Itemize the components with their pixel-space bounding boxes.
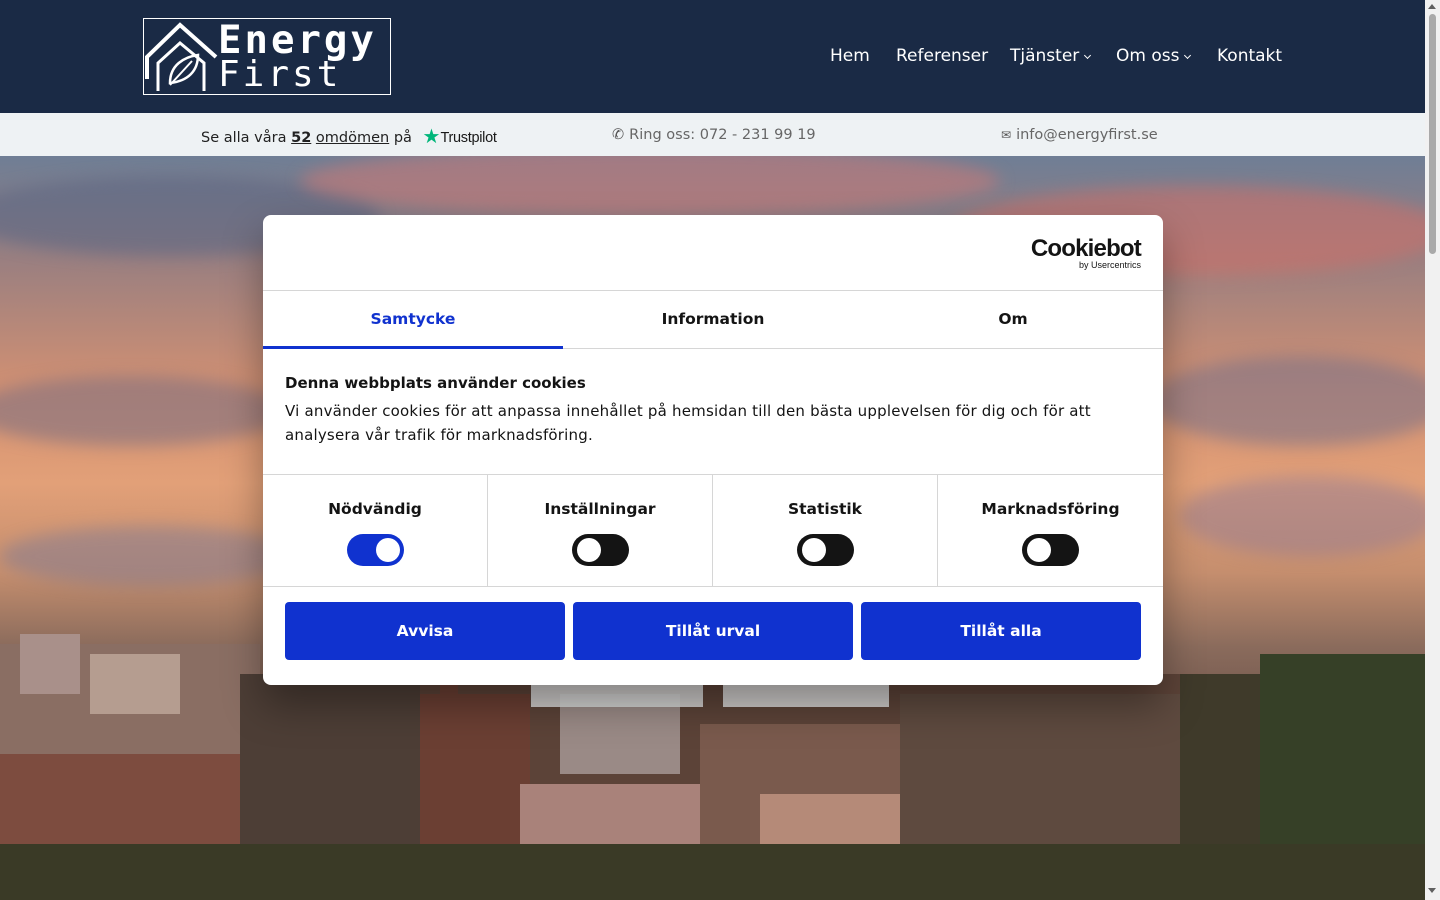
trustpilot-star-icon: ★ (422, 124, 441, 148)
cloud-shape (0, 526, 300, 586)
cloud-shape (0, 376, 290, 446)
hero-button-left[interactable] (531, 684, 703, 707)
toggle-knob (1027, 538, 1051, 562)
cloud-shape (300, 156, 1000, 216)
toggle-nodvandig[interactable] (346, 534, 404, 566)
toggle-installningar[interactable] (571, 534, 629, 566)
toggle-statistik[interactable] (796, 534, 854, 566)
allow-all-button[interactable]: Tillåt alla (861, 602, 1141, 660)
site-header: Energy First Hem Referenser Tjänster Om … (0, 0, 1425, 113)
scroll-up-arrow-icon[interactable] (1428, 4, 1436, 9)
main-nav: Hem Referenser Tjänster Om oss Kontakt (0, 44, 1425, 68)
tab-samtycke[interactable]: Samtycke (263, 291, 563, 349)
toggle-label-marknadsforing: Marknadsföring (981, 500, 1120, 518)
tab-information[interactable]: Information (563, 291, 863, 348)
reviews-count: 52 (291, 130, 312, 146)
nav-item-tjanster-label: Tjänster (1010, 46, 1080, 66)
toggle-group-marknadsforing: Marknadsföring (938, 475, 1163, 586)
phone-link[interactable]: ✆ Ring oss: 072 - 231 99 19 (612, 125, 816, 145)
nav-item-om-oss-label: Om oss (1116, 46, 1180, 66)
dialog-header: Cookiebot by Usercentrics (263, 215, 1163, 291)
dialog-description: Vi använder cookies för att anpassa inne… (285, 402, 1091, 444)
chevron-down-icon (1084, 51, 1092, 60)
cookiebot-brand: Cookiebot (1030, 235, 1142, 262)
phone-icon: ✆ (612, 127, 625, 143)
nav-item-hem[interactable]: Hem (830, 44, 870, 68)
toggle-group-nodvandig: Nödvändig (263, 475, 488, 586)
toggle-group-statistik: Statistik (713, 475, 938, 586)
nav-item-kontakt[interactable]: Kontakt (1217, 44, 1282, 68)
info-bar: Se alla våra 52 omdömen på ★Trustpilot ✆… (0, 113, 1425, 156)
dialog-tabs: Samtycke Information Om (263, 291, 1163, 349)
cloud-shape (1180, 476, 1425, 556)
cookiebot-logo[interactable]: Cookiebot by Usercentrics (1030, 235, 1142, 271)
nav-item-referenser[interactable]: Referenser (896, 44, 988, 68)
reviews-link-label: omdömen (315, 130, 390, 146)
email-link[interactable]: ✉ info@energyfirst.se (1001, 125, 1158, 145)
reviews-prefix: Se alla våra (201, 130, 287, 146)
nav-item-om-oss[interactable]: Om oss (1116, 44, 1192, 68)
tab-om[interactable]: Om (863, 291, 1163, 348)
dialog-title: Denna webbplats använder cookies (285, 374, 586, 392)
toggle-label-nodvandig: Nödvändig (328, 500, 422, 518)
toggle-knob (375, 538, 400, 562)
toggle-label-statistik: Statistik (787, 500, 862, 518)
nav-item-tjanster[interactable]: Tjänster (1010, 44, 1092, 68)
toggle-label-installningar: Inställningar (544, 500, 656, 518)
scroll-down-arrow-icon[interactable] (1428, 888, 1436, 893)
dialog-body: Denna webbplats använder cookies Vi anvä… (263, 349, 1163, 475)
reviews-link[interactable]: Se alla våra 52 omdömen på ★Trustpilot (201, 125, 497, 148)
toggle-group-installningar: Inställningar (488, 475, 713, 586)
scrollbar-thumb[interactable] (1429, 14, 1436, 254)
cloud-shape (1150, 356, 1425, 446)
toggle-knob (576, 538, 601, 562)
mail-icon: ✉ (1001, 128, 1012, 142)
hero-button-right[interactable] (723, 684, 889, 707)
dialog-buttons: Avvisa Tillåt urval Tillåt alla (263, 587, 1163, 660)
phone-text: Ring oss: 072 - 231 99 19 (629, 127, 816, 143)
toggle-marknadsforing[interactable] (1022, 534, 1079, 566)
email-text: info@energyfirst.se (1016, 127, 1158, 143)
consent-toggles: Nödvändig Inställningar Statistik Markna… (263, 475, 1163, 587)
page-scrollbar[interactable] (1425, 0, 1440, 900)
allow-selection-button[interactable]: Tillåt urval (573, 602, 853, 660)
chevron-down-icon (1184, 51, 1192, 60)
reviews-suffix: på (393, 130, 412, 146)
toggle-knob (801, 538, 826, 562)
reject-button[interactable]: Avvisa (285, 602, 565, 660)
cookie-consent-dialog: Cookiebot by Usercentrics Samtycke Infor… (263, 215, 1163, 685)
trustpilot-logo: Trustpilot (440, 130, 497, 146)
